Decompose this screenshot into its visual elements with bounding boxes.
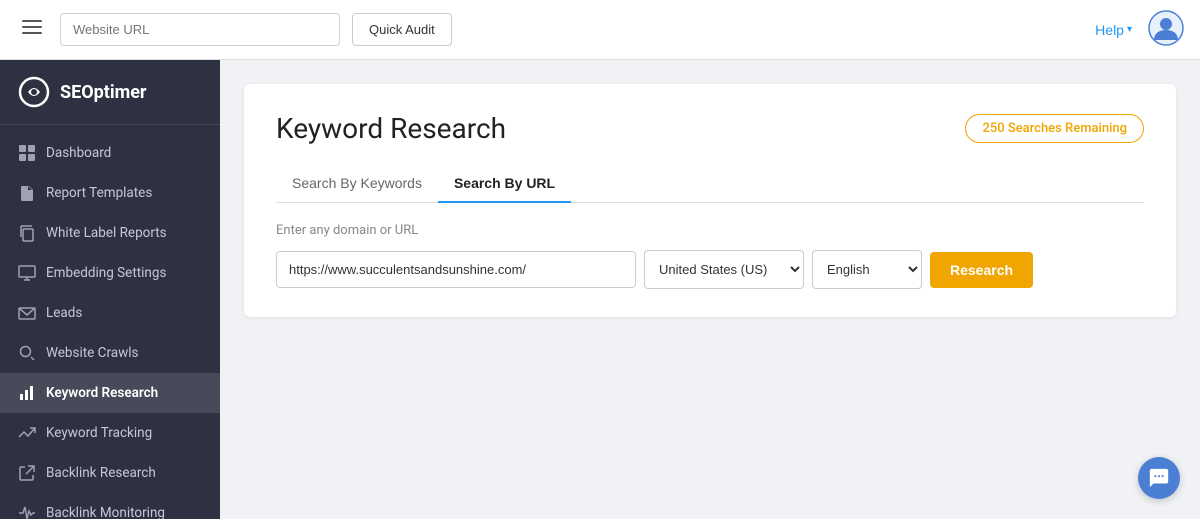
layout: SEOptimer Dashboard Report Templates Whi… (0, 60, 1200, 519)
sidebar: SEOptimer Dashboard Report Templates Whi… (0, 60, 220, 519)
tabs: Search By Keywords Search By URL (276, 165, 1144, 203)
help-chevron-icon: ▾ (1127, 24, 1132, 35)
language-select[interactable]: English Spanish French (812, 250, 922, 289)
mail-icon (18, 304, 36, 322)
sidebar-logo: SEOptimer (0, 60, 220, 125)
sidebar-item-label: Keyword Research (46, 385, 158, 401)
page-header: Keyword Research 250 Searches Remaining (276, 112, 1144, 145)
monitor-icon (18, 264, 36, 282)
tab-search-by-url[interactable]: Search By URL (438, 165, 571, 203)
sidebar-item-backlink-research[interactable]: Backlink Research (0, 453, 220, 493)
sidebar-nav: Dashboard Report Templates White Label R… (0, 125, 220, 519)
sidebar-item-label: Dashboard (46, 145, 111, 161)
hamburger-button[interactable] (16, 11, 48, 48)
sidebar-item-website-crawls[interactable]: Website Crawls (0, 333, 220, 373)
external-link-icon (18, 464, 36, 482)
sidebar-item-label: Backlink Monitoring (46, 505, 165, 519)
research-button[interactable]: Research (930, 252, 1033, 288)
content-card: Keyword Research 250 Searches Remaining … (244, 84, 1176, 317)
website-url-input[interactable] (60, 13, 340, 46)
sidebar-item-keyword-research[interactable]: Keyword Research (0, 373, 220, 413)
quick-audit-button[interactable]: Quick Audit (352, 13, 452, 46)
topbar-left: Quick Audit (16, 11, 452, 48)
sidebar-item-backlink-monitoring[interactable]: Backlink Monitoring (0, 493, 220, 519)
page-title: Keyword Research (276, 112, 506, 145)
sidebar-item-label: Embedding Settings (46, 265, 166, 281)
domain-input[interactable] (276, 251, 636, 288)
sidebar-item-white-label[interactable]: White Label Reports (0, 213, 220, 253)
file-icon (18, 184, 36, 202)
sidebar-item-label: Leads (46, 305, 82, 321)
grid-icon (18, 144, 36, 162)
logo-text: SEOptimer (60, 82, 147, 103)
sidebar-item-label: Keyword Tracking (46, 425, 152, 441)
bar-chart-icon (18, 384, 36, 402)
sidebar-item-label: Website Crawls (46, 345, 139, 361)
topbar-right: Help ▾ (1095, 10, 1184, 49)
tab-search-by-keywords[interactable]: Search By Keywords (276, 165, 438, 203)
sidebar-item-leads[interactable]: Leads (0, 293, 220, 333)
sidebar-item-report-templates[interactable]: Report Templates (0, 173, 220, 213)
activity-icon (18, 504, 36, 519)
sidebar-item-label: Report Templates (46, 185, 152, 201)
sidebar-item-keyword-tracking[interactable]: Keyword Tracking (0, 413, 220, 453)
country-select[interactable]: United States (US) United Kingdom (UK) C… (644, 250, 804, 289)
topbar: Quick Audit Help ▾ (0, 0, 1200, 60)
sidebar-item-label: White Label Reports (46, 225, 167, 241)
search-row: United States (US) United Kingdom (UK) C… (276, 250, 1144, 289)
copy-icon (18, 224, 36, 242)
sidebar-item-label: Backlink Research (46, 465, 156, 481)
user-icon-button[interactable] (1148, 10, 1184, 49)
search-label: Enter any domain or URL (276, 223, 1144, 238)
chat-bubble-button[interactable] (1138, 457, 1180, 499)
main-content: Keyword Research 250 Searches Remaining … (220, 60, 1200, 519)
trending-icon (18, 424, 36, 442)
search-icon (18, 344, 36, 362)
searches-remaining-badge: 250 Searches Remaining (965, 114, 1144, 143)
help-button[interactable]: Help ▾ (1095, 22, 1132, 38)
sidebar-item-embedding[interactable]: Embedding Settings (0, 253, 220, 293)
sidebar-item-dashboard[interactable]: Dashboard (0, 133, 220, 173)
